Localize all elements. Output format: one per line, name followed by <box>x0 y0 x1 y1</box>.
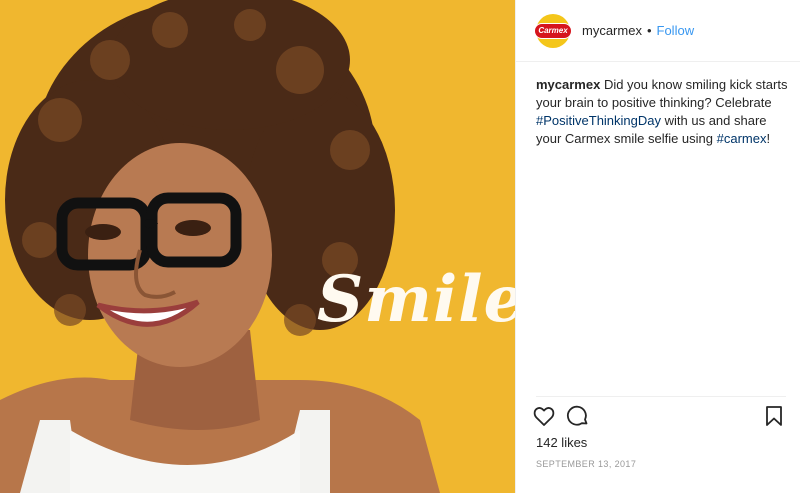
post-side-panel: Carmex mycarmex • Follow mycarmex Did yo… <box>515 0 800 493</box>
action-bar <box>533 404 786 432</box>
instagram-post: Smile Carmex mycarmex • Follow mycarmex … <box>0 0 800 493</box>
hashtag-carmex[interactable]: #carmex <box>717 131 767 146</box>
carmex-logo: Carmex <box>534 22 572 39</box>
hashtag-positivethinkingday[interactable]: #PositiveThinkingDay <box>536 113 661 128</box>
post-image[interactable]: Smile <box>0 0 515 493</box>
caption-text-3: ! <box>766 131 771 146</box>
post-header: Carmex mycarmex • Follow <box>516 0 800 62</box>
smile-overlay-text: Smile <box>317 262 515 337</box>
actions-divider <box>536 396 786 398</box>
post-date[interactable]: SEPTEMBER 13, 2017 <box>536 459 636 469</box>
separator-dot: • <box>646 23 652 38</box>
caption-username[interactable]: mycarmex <box>536 77 600 92</box>
follow-button[interactable]: Follow <box>657 23 695 38</box>
portrait-illustration <box>0 0 440 493</box>
avatar[interactable]: Carmex <box>534 13 572 48</box>
username-link[interactable]: mycarmex <box>582 23 642 38</box>
comment-icon[interactable] <box>566 404 590 428</box>
post-caption: mycarmex Did you know smiling kick start… <box>536 76 791 148</box>
likes-count[interactable]: 142 likes <box>536 435 587 450</box>
bookmark-icon[interactable] <box>762 404 786 428</box>
heart-icon[interactable] <box>532 404 556 428</box>
